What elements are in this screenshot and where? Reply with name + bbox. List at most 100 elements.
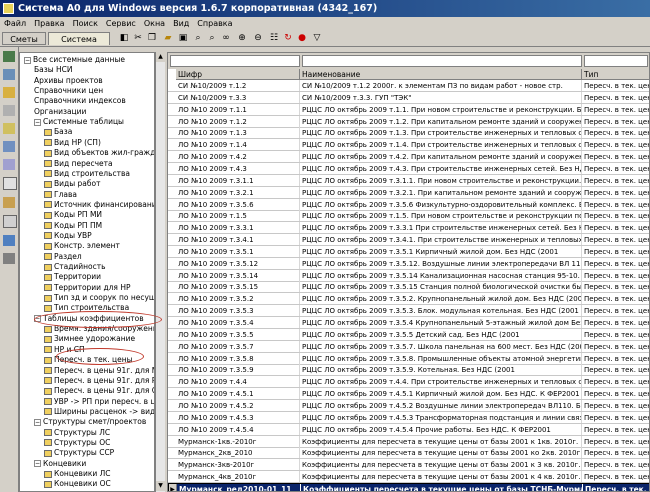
tree-item[interactable]: − Все системные данные [24, 55, 125, 65]
document-icon[interactable] [3, 177, 17, 190]
tree-item[interactable]: Структуры ССР [44, 448, 114, 458]
tree-item[interactable]: Зимнее удорожание [44, 334, 135, 344]
table-row[interactable]: ЛО №10 2009 т.4.5.1 РЦЦС ЛО октябрь 2009 … [168, 388, 649, 401]
table-row[interactable]: СИ №10/2009 т.1.2 СИ №10/2009 т.1.2 2000г… [168, 80, 649, 92]
tree-item[interactable]: Справочники индексов [34, 96, 126, 106]
table-row[interactable]: Мурманск_2кв_2010 Коэффициенты для пересч… [168, 447, 649, 460]
tree-item[interactable]: Территории для НР [44, 283, 130, 293]
table-row[interactable]: ЛО №10 2009 т.3.5.14 РЦЦС ЛО октябрь 2009… [168, 269, 649, 282]
filter-icon[interactable]: ▽ [311, 33, 323, 44]
table-row[interactable]: ЛО №10 2009 т.3.5.1 РЦЦС ЛО октябрь 2009 … [168, 245, 649, 258]
collapse-icon[interactable]: − [34, 315, 41, 323]
table-row[interactable]: ЛО №10 2009 т.3.5.12 РЦЦС ЛО октябрь 2009… [168, 257, 649, 270]
menu-item[interactable]: Справка [193, 17, 236, 30]
table-row[interactable]: ЛО №10 2009 т.3.1.1 РЦЦС ЛО октябрь 2009 … [168, 174, 649, 187]
table-row[interactable]: ЛО №10 2009 т.4.4 РЦЦС ЛО октябрь 2009 т.… [168, 376, 649, 389]
collapse-icon[interactable]: − [34, 118, 41, 126]
settings-icon[interactable] [3, 253, 15, 264]
collapse-icon[interactable]: − [34, 418, 41, 426]
menu-item[interactable]: Файл [0, 17, 30, 30]
collapse-icon[interactable]: − [34, 460, 41, 468]
binoculars-icon[interactable]: ∞ [220, 33, 232, 44]
back-icon[interactable]: ◧ [118, 33, 130, 44]
tree-item[interactable]: Вид строительства [44, 169, 130, 179]
prices-icon[interactable] [3, 87, 15, 98]
structure-icon[interactable] [3, 197, 15, 208]
tree-item[interactable]: Время. здания/сооружения [44, 324, 154, 334]
tree-item[interactable]: − Системные таблицы [34, 117, 124, 127]
table-row[interactable]: ЛО №10 2009 т.3.5.5 РЦЦС ЛО октябрь 2009 … [168, 328, 649, 341]
tree-item[interactable]: − Концевики [34, 459, 86, 469]
table-row[interactable]: ЛО №10 2009 т.1.3 РЦЦС ЛО октябрь 2009 т.… [168, 127, 649, 140]
tree-item[interactable]: Справочники цен [34, 86, 103, 96]
menu-item[interactable]: Сервис [102, 17, 140, 30]
menu-item[interactable]: Окна [140, 17, 169, 30]
tree-item[interactable]: Раздел [44, 252, 82, 262]
tree-item[interactable]: Источник финансировани [44, 200, 154, 210]
table-row[interactable]: ЛО №10 2009 т.1.5 РЦЦС ЛО октябрь 2009 т.… [168, 210, 649, 223]
tree-item[interactable]: База [44, 127, 72, 137]
nsi-icon[interactable] [3, 51, 15, 62]
table-row[interactable]: ЛО №10 2009 т.1.2 РЦЦС ЛО октябрь 2009 т.… [168, 115, 649, 128]
stop-icon[interactable]: ● [296, 33, 308, 44]
find-icon[interactable]: ⌕ [192, 33, 204, 44]
table-row[interactable]: ЛО №10 2009 т.3.5.2 РЦЦС ЛО октябрь 2009 … [168, 293, 649, 306]
menu-item[interactable]: Правка [30, 17, 68, 30]
tree-item[interactable]: Архивы проектов [34, 76, 103, 86]
table-row[interactable]: Мурманск_4кв_2010г Коэффициенты для перес… [168, 471, 649, 484]
tab-smety[interactable]: Сметы [2, 32, 46, 45]
tree-item[interactable]: Виды работ [44, 179, 100, 189]
tree-item[interactable]: Концевики ЛС [44, 469, 111, 479]
grid-icon[interactable] [3, 105, 15, 116]
scroll-down-icon[interactable]: ▼ [156, 481, 165, 491]
table-row[interactable]: ЛО №10 2009 т.4.2 РЦЦС ЛО октябрь 2009 т.… [168, 151, 649, 164]
table-row[interactable]: ЛО №10 2009 т.4.5.2 РЦЦС ЛО октябрь 2009 … [168, 399, 649, 412]
table-row[interactable]: ЛО №10 2009 т.3.4.1 РЦЦС ЛО октябрь 2009 … [168, 234, 649, 247]
tree-item[interactable]: Вид НР (СП) [44, 138, 101, 148]
table-row[interactable]: Мурманск-1кв.-2010г Коэффициенты для пере… [168, 435, 649, 448]
tree-icon[interactable]: ☷ [268, 33, 280, 44]
tree-item[interactable]: Коды РП МИ [44, 210, 102, 220]
tree-item[interactable]: Ширины расценок -> виды р [44, 407, 154, 417]
table-row[interactable]: ЛО №10 2009 т.3.5.8 РЦЦС ЛО октябрь 2009 … [168, 352, 649, 365]
table-row[interactable]: ЛО №10 2009 т.3.5.4 РЦЦС ЛО октябрь 2009 … [168, 317, 649, 329]
tree-item[interactable]: Тип зд и соорук по несущ [44, 293, 154, 303]
collapse-icon[interactable]: − [24, 56, 31, 64]
print-icon[interactable] [3, 215, 17, 228]
list-icon[interactable] [3, 159, 15, 170]
archive-icon[interactable] [3, 69, 15, 80]
tree-item[interactable]: Пересч. в цены 91г. для Р [44, 376, 154, 386]
table-row[interactable]: СИ №10/2009 т.3.3 СИ №10/2009 т.3.3. ГУП … [168, 91, 649, 104]
cut-icon[interactable]: ✂ [132, 33, 144, 44]
table-row[interactable]: ЛО №10 2009 т.3.5.9 РЦЦС ЛО октябрь 2009 … [168, 364, 649, 377]
tree-item[interactable]: Тип строительства [44, 303, 129, 313]
tree-item[interactable]: НР и СП [44, 345, 85, 355]
table-row[interactable]: ЛО №10 2009 т.4.3 РЦЦС ЛО октябрь 2009 т.… [168, 162, 649, 175]
tree-scrollbar[interactable]: ▲ ▼ [155, 52, 165, 492]
table-row[interactable]: ЛО №10 2009 т.3.3.1 РЦЦС ЛО октябрь 2009 … [168, 222, 649, 235]
tree-item[interactable]: Коды РП ПМ [44, 221, 102, 231]
menu-item[interactable]: Поиск [69, 17, 102, 30]
tree-item[interactable]: Организации [34, 107, 86, 117]
table-row[interactable]: ЛО №10 2009 т.3.5.3 РЦЦС ЛО октябрь 2009 … [168, 305, 649, 318]
column-header-shifr[interactable]: Шифр [176, 69, 300, 80]
table-row[interactable]: ЛО №10 2009 т.3.5.7 РЦЦС ЛО октябрь 2009 … [168, 340, 649, 353]
column-header-name[interactable]: Наименование [300, 69, 582, 80]
tree-item[interactable]: − Структуры смет/проектов [34, 417, 146, 427]
filter-shifr-input[interactable] [170, 55, 300, 67]
tree-item[interactable]: Констр. элемент [44, 241, 120, 251]
copy-icon[interactable]: ❐ [146, 33, 158, 44]
tree-item[interactable]: Территории [44, 272, 101, 282]
table-row[interactable]: ЛО №10 2009 т.3.5.15 РЦЦС ЛО октябрь 2009… [168, 281, 649, 294]
table-icon[interactable] [3, 141, 15, 152]
tree-item[interactable]: Вид объектов жил-гражд н [44, 148, 154, 158]
save-icon[interactable]: ▣ [177, 33, 189, 44]
table-row[interactable]: ЛО №10 2009 т.4.5.4 РЦЦС ЛО октябрь 2009 … [168, 423, 649, 436]
table-row[interactable]: ЛО №10 2009 т.3.2.1 РЦЦС ЛО октябрь 2009 … [168, 186, 649, 199]
tree-item[interactable]: УВР -> РП при пересч. в це [44, 397, 154, 407]
chart-icon[interactable] [3, 123, 15, 134]
find-next-icon[interactable]: ⌕ [206, 33, 218, 44]
refresh-icon[interactable]: ↻ [282, 33, 294, 44]
column-header-type[interactable]: Тип [582, 69, 649, 80]
tree-item[interactable]: Стадийность [44, 262, 106, 272]
